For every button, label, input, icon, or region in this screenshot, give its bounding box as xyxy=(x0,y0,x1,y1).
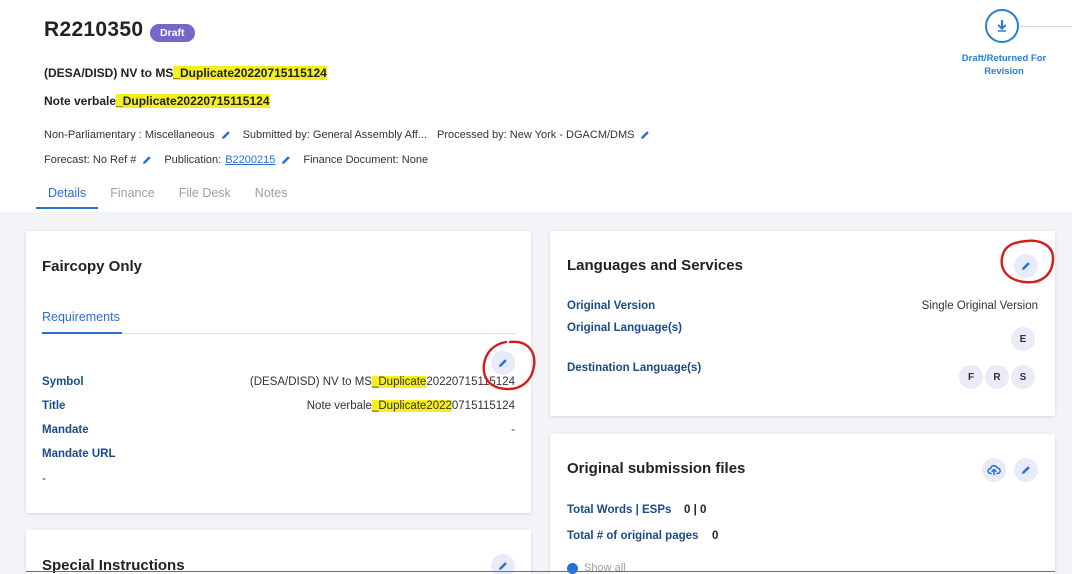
upload-cloud-icon[interactable] xyxy=(982,458,1006,482)
symbol-text: (DESA/DISD) NV to MS xyxy=(249,376,372,388)
edit-languages-pencil-icon[interactable] xyxy=(1014,254,1038,278)
record-title: (DESA/DISD) NV to MS_Duplicate2022071511… xyxy=(44,66,327,80)
languages-card: Languages and Services Original Version … xyxy=(550,231,1055,416)
edit-submission-files-pencil-icon[interactable] xyxy=(1014,458,1038,482)
total-pages-label: Total # of original pages xyxy=(567,530,699,542)
symbol-value: (DESA/DISD) NV to MS_Duplicate2022071511… xyxy=(250,376,515,388)
original-version-value: Single Original Version xyxy=(921,300,1038,312)
total-words-label: Total Words | ESPs xyxy=(567,504,672,516)
mandate-url-label: Mandate URL xyxy=(42,448,116,460)
tab-active-indicator xyxy=(42,332,122,334)
record-subtitle-highlight: _Duplicate20220715115124 xyxy=(116,94,270,108)
original-version-label: Original Version xyxy=(567,300,656,312)
record-subtitle: Note verbale_Duplicate20220715115124 xyxy=(44,94,270,108)
mandate-label: Mandate xyxy=(42,424,89,436)
publication-link[interactable]: B2200215 xyxy=(225,154,275,166)
mandate-url-value: - xyxy=(42,473,46,485)
mandate-value: - xyxy=(511,424,515,436)
title-suffix: 0715115124 xyxy=(451,400,515,412)
symbol-label: Symbol xyxy=(42,376,84,388)
faircopy-title: Faircopy Only xyxy=(42,258,143,275)
submission-files-card: Original submission files Total Words | … xyxy=(550,434,1055,574)
original-language-label: Original Language(s) xyxy=(567,322,683,334)
tab-requirements[interactable]: Requirements xyxy=(42,310,120,324)
tab-file-desk[interactable]: File Desk xyxy=(167,186,243,209)
publication-label: Publication: xyxy=(164,154,222,166)
record-title-highlight: _Duplicate20220715115124 xyxy=(173,66,327,80)
category-text: Non-Parliamentary : Miscellaneous xyxy=(44,129,215,141)
record-subtitle-text: Note verbale xyxy=(44,94,117,108)
finance-document-text: Finance Document: None xyxy=(303,154,429,166)
record-header: R2210350 Draft (DESA/DISD) NV to MS_Dupl… xyxy=(0,0,1072,212)
tab-finance[interactable]: Finance xyxy=(98,186,166,209)
workflow-connector xyxy=(1020,26,1072,27)
title-value: Note verbale_Duplicate20220715115124 xyxy=(307,400,515,412)
edit-publication-pencil-icon[interactable] xyxy=(279,153,293,167)
destination-language-label: Destination Language(s) xyxy=(567,362,702,374)
languages-title: Languages and Services xyxy=(567,257,743,274)
record-id: R2210350 xyxy=(44,18,144,41)
faircopy-card: Faircopy Only Requirements Symbol (DESA/… xyxy=(26,231,531,513)
show-all-toggle[interactable]: Show all xyxy=(567,562,626,574)
language-chip-s: S xyxy=(1011,365,1035,389)
workflow-step-download-icon[interactable] xyxy=(985,9,1019,43)
edit-requirements-pencil-icon[interactable] xyxy=(491,351,515,375)
bottom-divider xyxy=(26,571,1055,572)
status-badge: Draft xyxy=(150,24,195,42)
edit-forecast-pencil-icon[interactable] xyxy=(140,153,154,167)
title-text: Note verbale xyxy=(306,400,372,412)
special-instructions-card: Special Instructions xyxy=(26,530,531,574)
total-words-value: 0 | 0 xyxy=(684,504,707,516)
symbol-highlight: _Duplicate xyxy=(371,376,427,388)
forecast-text: Forecast: No Ref # xyxy=(44,154,137,166)
workflow-step-label: Draft/Returned For Revision xyxy=(961,53,1047,77)
title-label: Title xyxy=(42,400,66,412)
record-title-text: (DESA/DISD) NV to MS xyxy=(44,66,174,80)
edit-processed-by-pencil-icon[interactable] xyxy=(638,128,652,142)
language-chip-e: E xyxy=(1011,327,1035,351)
tab-notes[interactable]: Notes xyxy=(243,186,300,209)
edit-category-pencil-icon[interactable] xyxy=(219,128,233,142)
language-chip-r: R xyxy=(985,365,1009,389)
tab-details[interactable]: Details xyxy=(36,186,99,209)
title-highlight: _Duplicate2022 xyxy=(371,400,452,412)
processed-by-text: Processed by: New York - DGACM/DMS xyxy=(437,129,635,141)
submitted-by-text: Submitted by: General Assembly Aff... xyxy=(242,129,428,141)
symbol-suffix: 20220715115124 xyxy=(426,376,515,388)
metadata-row-2: Forecast: No Ref # Publication: B2200215… xyxy=(44,153,428,167)
metadata-row-1: Non-Parliamentary : Miscellaneous Submit… xyxy=(44,128,652,142)
record-tabs: Details Finance File Desk Notes xyxy=(36,186,299,209)
language-chip-f: F xyxy=(959,365,983,389)
show-all-label: Show all xyxy=(584,562,626,574)
total-pages-value: 0 xyxy=(712,530,719,542)
submission-files-title: Original submission files xyxy=(567,460,746,477)
